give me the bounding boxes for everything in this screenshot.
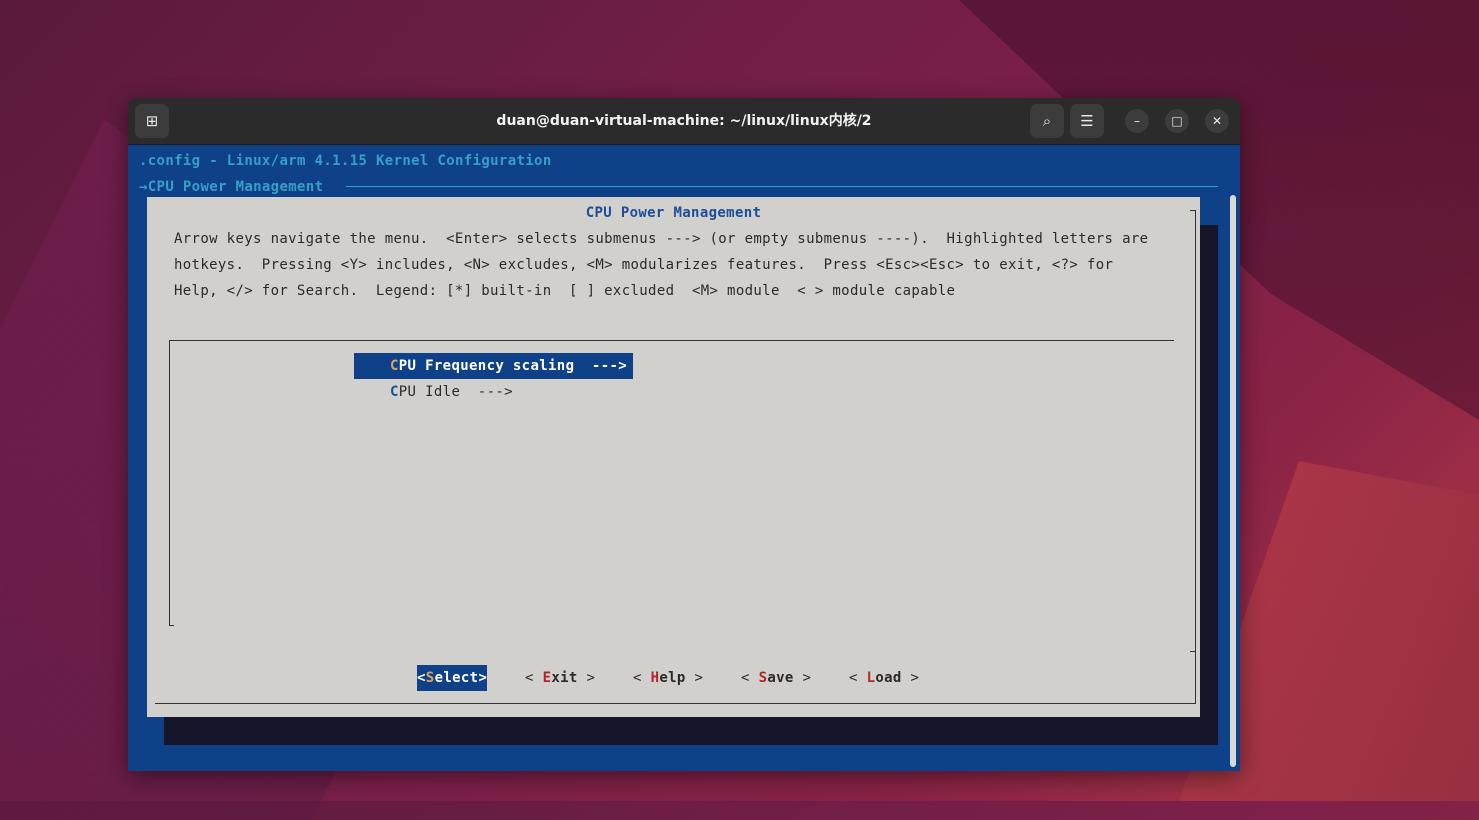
exit-button[interactable]: < Exit >: [525, 665, 595, 691]
menu-item-cpu-frequency-scaling[interactable]: CPU Frequency scaling --->: [354, 353, 633, 379]
hamburger-menu-icon: ☰: [1080, 112, 1094, 130]
menu-item-hotkey: C: [390, 358, 399, 374]
menu-item-label: PU Idle --->: [398, 384, 513, 400]
breadcrumb-divider: [346, 186, 1218, 187]
title-bar: ⊞ duan@duan-virtual-machine: ~/linux/lin…: [128, 98, 1240, 145]
help-text-line: Arrow keys navigate the menu. <Enter> se…: [174, 231, 1149, 247]
dialog-border: [1190, 651, 1196, 652]
search-button[interactable]: ⌕: [1030, 104, 1064, 138]
terminal-area[interactable]: .config - Linux/arm 4.1.15 Kernel Config…: [128, 145, 1240, 771]
dialog-title: CPU Power Management: [585, 205, 762, 221]
dialog-border: [1195, 210, 1196, 704]
minimize-icon: –: [1134, 114, 1140, 128]
search-icon: ⌕: [1042, 112, 1052, 130]
menu-item-label: PU Frequency scaling --->: [398, 358, 628, 374]
dialog-border: [155, 703, 1196, 704]
close-button[interactable]: ✕: [1205, 109, 1229, 133]
help-text-line: Help, </> for Search. Legend: [*] built-…: [174, 283, 956, 299]
maximize-icon: □: [1171, 114, 1183, 128]
save-button[interactable]: < Save >: [741, 665, 811, 691]
menu-list-box: [169, 340, 1174, 626]
config-title: .config - Linux/arm 4.1.15 Kernel Config…: [139, 153, 552, 169]
help-button[interactable]: < Help >: [633, 665, 703, 691]
button-row: <Select> < Exit > < Help > < Save > < Lo…: [147, 665, 919, 771]
select-button[interactable]: <Select>: [417, 665, 488, 691]
menu-item-cpu-idle[interactable]: CPU Idle --->: [390, 379, 513, 405]
load-button[interactable]: < Load >: [849, 665, 919, 691]
menu-button[interactable]: ☰: [1070, 104, 1104, 138]
terminal-scrollbar[interactable]: [1230, 195, 1236, 767]
menu-item-hotkey: C: [390, 384, 399, 400]
menuconfig-dialog: CPU Power Management Arrow keys navigate…: [147, 197, 1200, 717]
minimize-button[interactable]: –: [1125, 109, 1149, 133]
terminal-window: ⊞ duan@duan-virtual-machine: ~/linux/lin…: [128, 98, 1240, 771]
help-text-line: hotkeys. Pressing <Y> includes, <N> excl…: [174, 257, 1114, 273]
maximize-button[interactable]: □: [1165, 109, 1189, 133]
menu-box-border: [169, 625, 174, 626]
close-icon: ✕: [1211, 114, 1223, 128]
